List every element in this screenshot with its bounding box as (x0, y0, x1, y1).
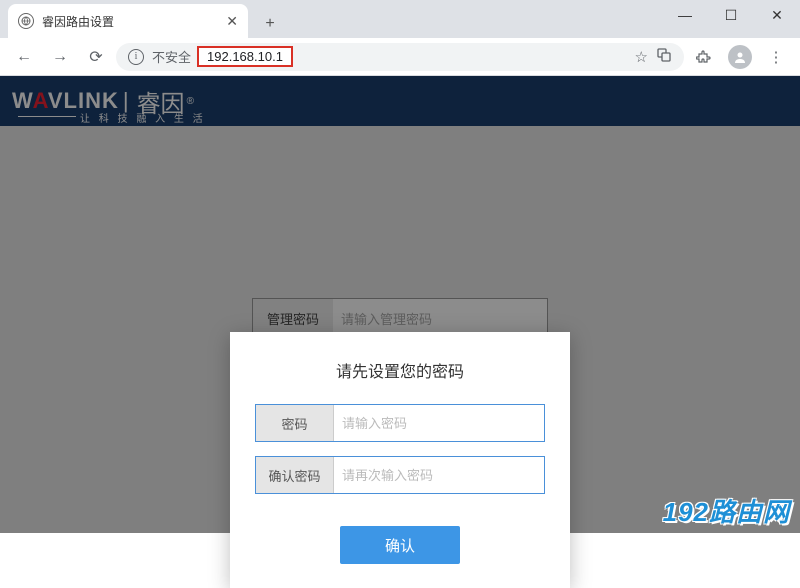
window-controls: — ☐ ✕ (662, 0, 800, 30)
maximize-button[interactable]: ☐ (708, 0, 754, 30)
url-text: 192.168.10.1 (197, 46, 293, 67)
new-tab-button[interactable]: + (256, 10, 284, 38)
password-label: 密码 (256, 405, 334, 441)
modal-confirm-button[interactable]: 确认 (340, 526, 460, 564)
browser-tab[interactable]: 睿因路由设置 ✕ (8, 4, 248, 38)
tab-close-icon[interactable]: ✕ (226, 13, 238, 30)
back-button[interactable]: ← (8, 41, 40, 73)
info-icon: i (128, 49, 144, 65)
globe-icon (18, 13, 34, 29)
close-window-button[interactable]: ✕ (754, 0, 800, 30)
minimize-button[interactable]: — (662, 0, 708, 30)
modal-title: 请先设置您的密码 (336, 358, 464, 382)
confirm-password-row: 确认密码 (255, 456, 545, 494)
password-row: 密码 (255, 404, 545, 442)
translate-icon[interactable] (656, 47, 672, 67)
omnibox[interactable]: i 不安全 192.168.10.1 ☆ (116, 43, 684, 71)
confirm-password-label: 确认密码 (256, 457, 334, 493)
insecure-label: 不安全 (152, 47, 191, 66)
password-input[interactable] (334, 405, 544, 441)
page-viewport: WAVLINK | 睿因 ® 让 科 技 融 入 生 活 管理密码 请输入管理密… (0, 76, 800, 533)
address-bar: ← → ⟳ i 不安全 192.168.10.1 ☆ ⋮ (0, 38, 800, 76)
profile-avatar[interactable] (724, 41, 756, 73)
tab-title: 睿因路由设置 (42, 13, 218, 30)
reload-button[interactable]: ⟳ (80, 41, 112, 73)
confirm-password-input[interactable] (334, 457, 544, 493)
extensions-icon[interactable] (688, 41, 720, 73)
menu-icon[interactable]: ⋮ (760, 41, 792, 73)
watermark: 192路由网 (663, 492, 790, 529)
forward-button[interactable]: → (44, 41, 76, 73)
bookmark-star-icon[interactable]: ☆ (635, 48, 648, 66)
set-password-modal: 请先设置您的密码 密码 确认密码 确认 (230, 332, 570, 588)
